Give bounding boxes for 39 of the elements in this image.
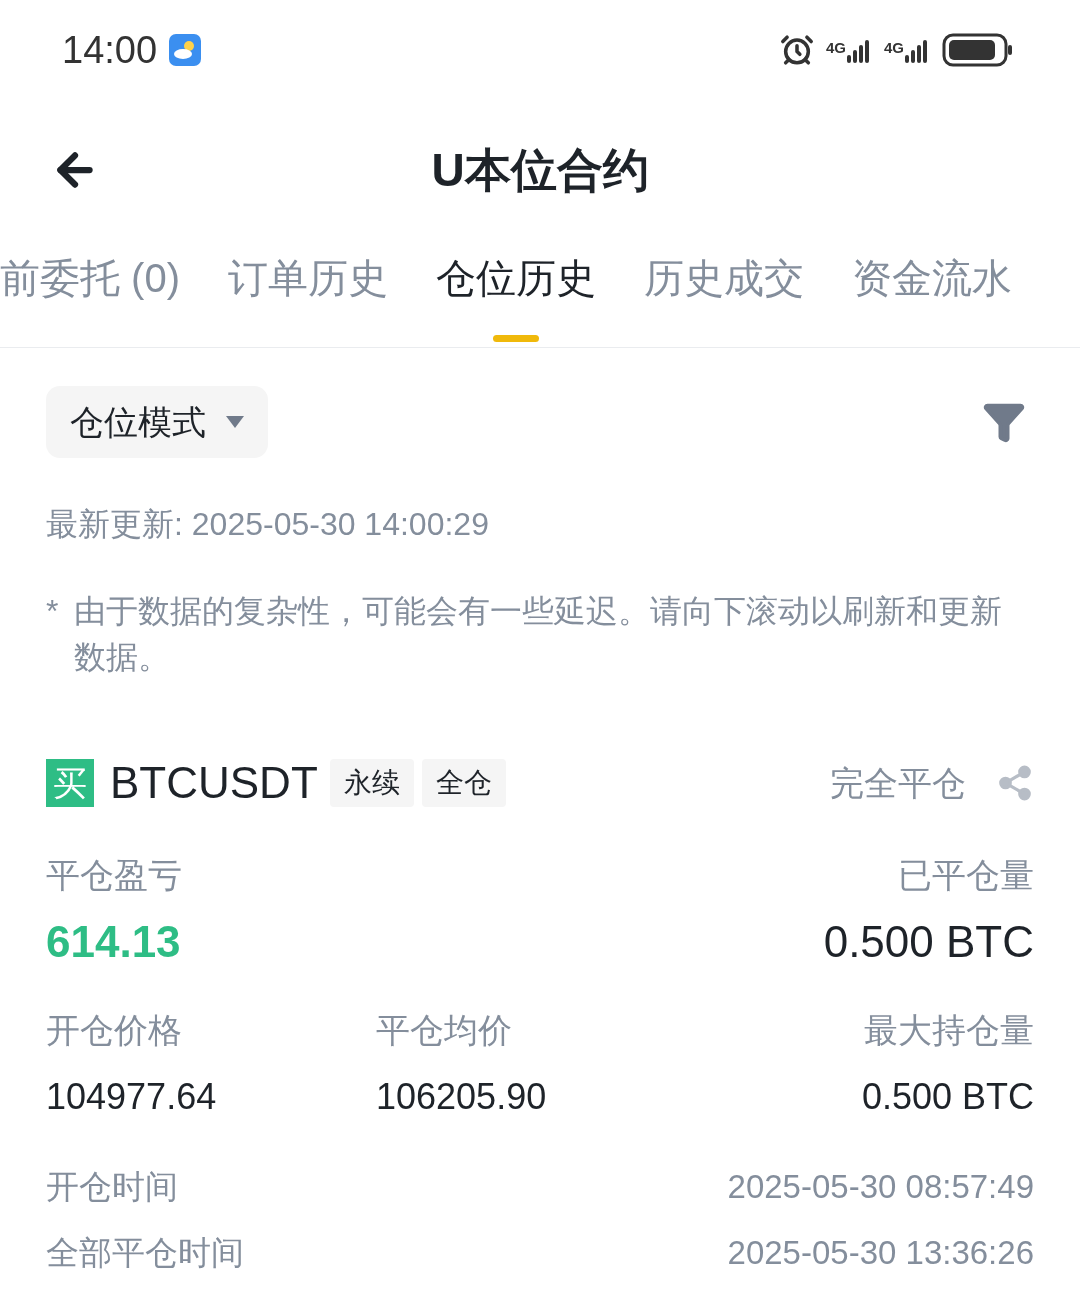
tab[interactable]: 资金流水 (852, 244, 1012, 344)
tag: 全仓 (421, 759, 506, 807)
signal-icon (904, 37, 930, 63)
symbol-text: BTCUSDT (110, 757, 318, 809)
field-label: 最大持仓量 (864, 1010, 1034, 1051)
weather-icon (169, 34, 202, 66)
battery-icon (942, 33, 1014, 67)
page-title: U本位合约 (431, 142, 649, 198)
field-label: 开仓价格 (46, 1010, 183, 1051)
caret-icon (226, 416, 244, 428)
alarm-icon (779, 33, 814, 67)
last-updated-text: 最新更新: 2025-05-30 14:00:29 (46, 505, 490, 544)
field-label: 平仓盈亏 (46, 855, 182, 896)
signal-icon (846, 37, 872, 63)
delay-notice: 由于数据的复杂性，可能会有一些延迟。请向下滚动以刷新和更新数据。 (74, 592, 1003, 677)
time-value: 2025-05-30 13:36:26 (727, 1232, 1034, 1273)
status-text: 完全平仓 (830, 762, 966, 804)
network-label: 4G (825, 38, 846, 58)
tab[interactable]: 前委托 (0) (0, 244, 180, 344)
status-time: 14:00 (62, 27, 158, 73)
position-mode-dropdown[interactable]: 仓位模式 (46, 386, 268, 458)
tab[interactable]: 订单历史 (228, 244, 388, 344)
field-value: 104977.64 (46, 1075, 218, 1119)
field-value: 0.500 BTC (861, 1075, 1034, 1119)
time-value: 2025-05-30 08:57:49 (727, 1167, 1034, 1207)
tab[interactable]: 仓位历史 (436, 244, 596, 344)
side-badge: 买 (46, 759, 94, 807)
tab-indicator (493, 335, 539, 342)
field-value: 0.500 BTC (823, 916, 1034, 968)
tab[interactable]: 历史成交 (644, 244, 804, 344)
field-label: 平仓均价 (376, 1010, 513, 1051)
field-label: 开仓时间 (46, 1167, 178, 1207)
field-label: 已平仓量 (898, 855, 1034, 896)
field-value: 106205.90 (376, 1075, 548, 1119)
field-label: 全部平仓时间 (46, 1232, 244, 1273)
asterisk-mark: * (46, 592, 60, 631)
network-label: 4G (884, 38, 904, 58)
pnl-value: 614.13 (46, 916, 181, 968)
tag: 永续 (329, 759, 414, 807)
